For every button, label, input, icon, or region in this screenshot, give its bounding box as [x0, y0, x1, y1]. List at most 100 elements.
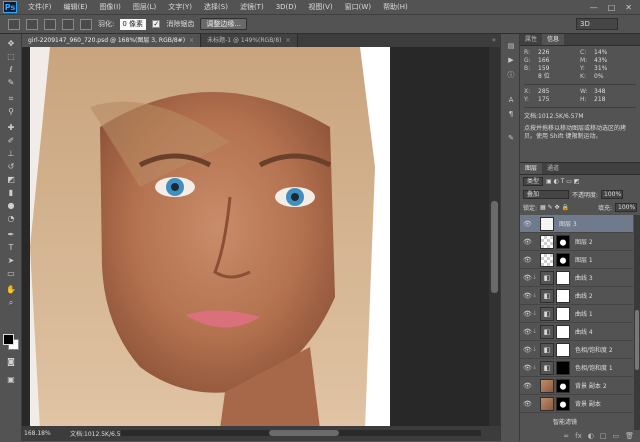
close-icon[interactable]: × — [189, 37, 194, 44]
layer-name[interactable]: 背景 副本 — [575, 399, 601, 408]
crop-icon[interactable]: ⌗ — [4, 93, 18, 104]
layer-thumbnail[interactable] — [540, 234, 554, 249]
visibility-eye-icon[interactable]: 👁 — [523, 310, 532, 318]
layer-mask-thumbnail[interactable] — [556, 252, 570, 267]
feather-input[interactable]: 0 像素 — [120, 18, 147, 30]
menu-type[interactable]: 文字(Y) — [162, 2, 198, 12]
move-icon[interactable]: ✥ — [4, 38, 18, 49]
scroll-thumb[interactable] — [635, 310, 639, 370]
menu-window[interactable]: 窗口(W) — [339, 2, 377, 12]
zoom-field[interactable]: 168.18% — [22, 430, 51, 437]
refine-edge-button[interactable]: 调整边缘... — [200, 18, 248, 30]
gradient-icon[interactable]: ▮ — [4, 187, 18, 198]
menu-edit[interactable]: 编辑(E) — [58, 2, 94, 12]
scroll-thumb[interactable] — [491, 201, 498, 293]
menu-layer[interactable]: 图层(L) — [127, 2, 162, 12]
layer-mask-thumbnail[interactable] — [556, 342, 570, 357]
tool-preset-icon[interactable] — [8, 18, 20, 30]
collapse-icon[interactable]: » — [492, 34, 500, 47]
layer-thumbnail[interactable]: ◧ — [540, 360, 554, 375]
visibility-eye-icon[interactable]: 👁 — [523, 256, 532, 264]
layer-name[interactable]: 色相/饱和度 2 — [575, 345, 613, 354]
layer-mask-thumbnail[interactable] — [556, 378, 570, 393]
canvas[interactable] — [22, 47, 500, 440]
menu-help[interactable]: 帮助(H) — [377, 2, 414, 12]
foreground-color-swatch[interactable] — [3, 334, 14, 345]
type-icon[interactable]: T — [4, 242, 18, 253]
eraser-icon[interactable]: ◩ — [4, 174, 18, 185]
menu-view[interactable]: 视图(V) — [302, 2, 338, 12]
new-group-icon[interactable]: □ — [600, 432, 607, 440]
minimize-button[interactable]: — — [590, 3, 598, 12]
menu-select[interactable]: 选择(S) — [198, 2, 234, 12]
layer-name[interactable]: 曲线 4 — [575, 327, 593, 336]
blend-mode-select[interactable]: 叠加 — [523, 190, 569, 199]
layer-mask-thumbnail[interactable] — [556, 234, 570, 249]
zoom-icon[interactable]: ⌕ — [4, 297, 18, 308]
layer-thumbnail[interactable]: ◧ — [540, 306, 554, 321]
lasso-icon[interactable]: ℓ — [4, 64, 18, 75]
layers-scrollbar[interactable] — [634, 215, 640, 430]
visibility-eye-icon[interactable]: 👁 — [523, 382, 532, 390]
layer-row[interactable]: 👁 图层 2 — [520, 233, 633, 251]
layer-row[interactable]: 👁 图层 1 — [520, 251, 633, 269]
pen-icon[interactable]: ✒ — [4, 229, 18, 240]
close-icon[interactable]: × — [285, 37, 290, 44]
antialias-checkbox[interactable]: ✓ — [152, 20, 161, 28]
layer-thumbnail[interactable]: ◧ — [540, 270, 554, 285]
marquee-icon[interactable]: ⬚ — [4, 51, 18, 62]
fill-input[interactable]: 100% — [615, 203, 637, 212]
visibility-eye-icon[interactable]: 👁 — [523, 220, 532, 228]
layer-kind-filter[interactable]: 类型 — [523, 177, 544, 186]
history-icon[interactable]: ▤ — [505, 42, 517, 52]
new-selection-icon[interactable] — [26, 18, 38, 30]
add-selection-icon[interactable] — [44, 18, 56, 30]
menu-filter[interactable]: 滤镜(T) — [234, 2, 270, 12]
layer-name[interactable]: 图层 2 — [575, 237, 593, 246]
layer-row[interactable]: 👁 ↓ ◧ 曲线 1 — [520, 305, 633, 323]
opacity-input[interactable]: 100% — [601, 190, 624, 199]
adjustment-layer-icon[interactable]: ◐ — [588, 432, 594, 440]
visibility-eye-icon[interactable]: 👁 — [523, 400, 532, 408]
info-icon[interactable]: ⓘ — [505, 70, 517, 80]
screen-mode-icon[interactable]: ▣ — [4, 374, 18, 385]
layer-name[interactable]: 曲线 2 — [575, 291, 593, 300]
visibility-eye-icon[interactable]: 👁 — [523, 274, 532, 282]
layer-row[interactable]: 👁 背景 副本 — [520, 395, 633, 413]
layer-thumbnail[interactable]: ◧ — [540, 288, 554, 303]
layer-thumbnail[interactable] — [540, 216, 554, 231]
layer-thumbnail[interactable]: ◧ — [540, 324, 554, 339]
scroll-thumb[interactable] — [269, 430, 339, 436]
tab-info[interactable]: 信息 — [542, 34, 565, 45]
layer-mask-thumbnail[interactable] — [556, 306, 570, 321]
lock-icons[interactable]: ▦ ✎ ✥ 🔒 — [540, 204, 569, 211]
layer-style-icon[interactable]: fx — [575, 432, 582, 440]
menu-image[interactable]: 图像(I) — [93, 2, 127, 12]
brush-preset-icon[interactable]: ✎ — [505, 134, 517, 144]
layer-row[interactable]: 👁 ↓ ◧ 曲线 4 — [520, 323, 633, 341]
link-layers-icon[interactable]: ∞ — [563, 432, 569, 440]
layer-thumbnail[interactable] — [540, 378, 554, 393]
paragraph-icon[interactable]: ¶ — [505, 110, 517, 120]
smart-filters-row[interactable]: 智能滤镜 — [520, 413, 633, 430]
stamp-icon[interactable]: ⊥ — [4, 148, 18, 159]
layer-name[interactable]: 色相/饱和度 1 — [575, 363, 613, 372]
delete-layer-icon[interactable]: 🗑 — [625, 432, 634, 440]
layer-thumbnail[interactable]: ◧ — [540, 342, 554, 357]
layer-name[interactable]: 曲线 1 — [575, 309, 593, 318]
intersect-selection-icon[interactable] — [80, 18, 92, 30]
layer-row[interactable]: 👁 ↓ ◧ 色相/饱和度 2 — [520, 341, 633, 359]
visibility-eye-icon[interactable]: 👁 — [523, 328, 532, 336]
brush-icon[interactable]: ✐ — [4, 135, 18, 146]
visibility-eye-icon[interactable]: 👁 — [523, 238, 532, 246]
layer-name[interactable]: 曲线 3 — [575, 273, 593, 282]
menu-file[interactable]: 文件(F) — [22, 2, 58, 12]
healing-icon[interactable]: ✚ — [4, 122, 18, 133]
menu-3d[interactable]: 3D(D) — [270, 3, 303, 11]
quick-mask-icon[interactable]: ◙ — [4, 356, 18, 367]
actions-icon[interactable]: ▶ — [505, 56, 517, 66]
layer-row[interactable]: 👁 ↓ ◧ 色相/饱和度 1 — [520, 359, 633, 377]
tab-layers[interactable]: 图层 — [520, 163, 543, 174]
layer-name[interactable]: 图层 1 — [575, 255, 593, 264]
vertical-scrollbar[interactable] — [489, 47, 500, 427]
